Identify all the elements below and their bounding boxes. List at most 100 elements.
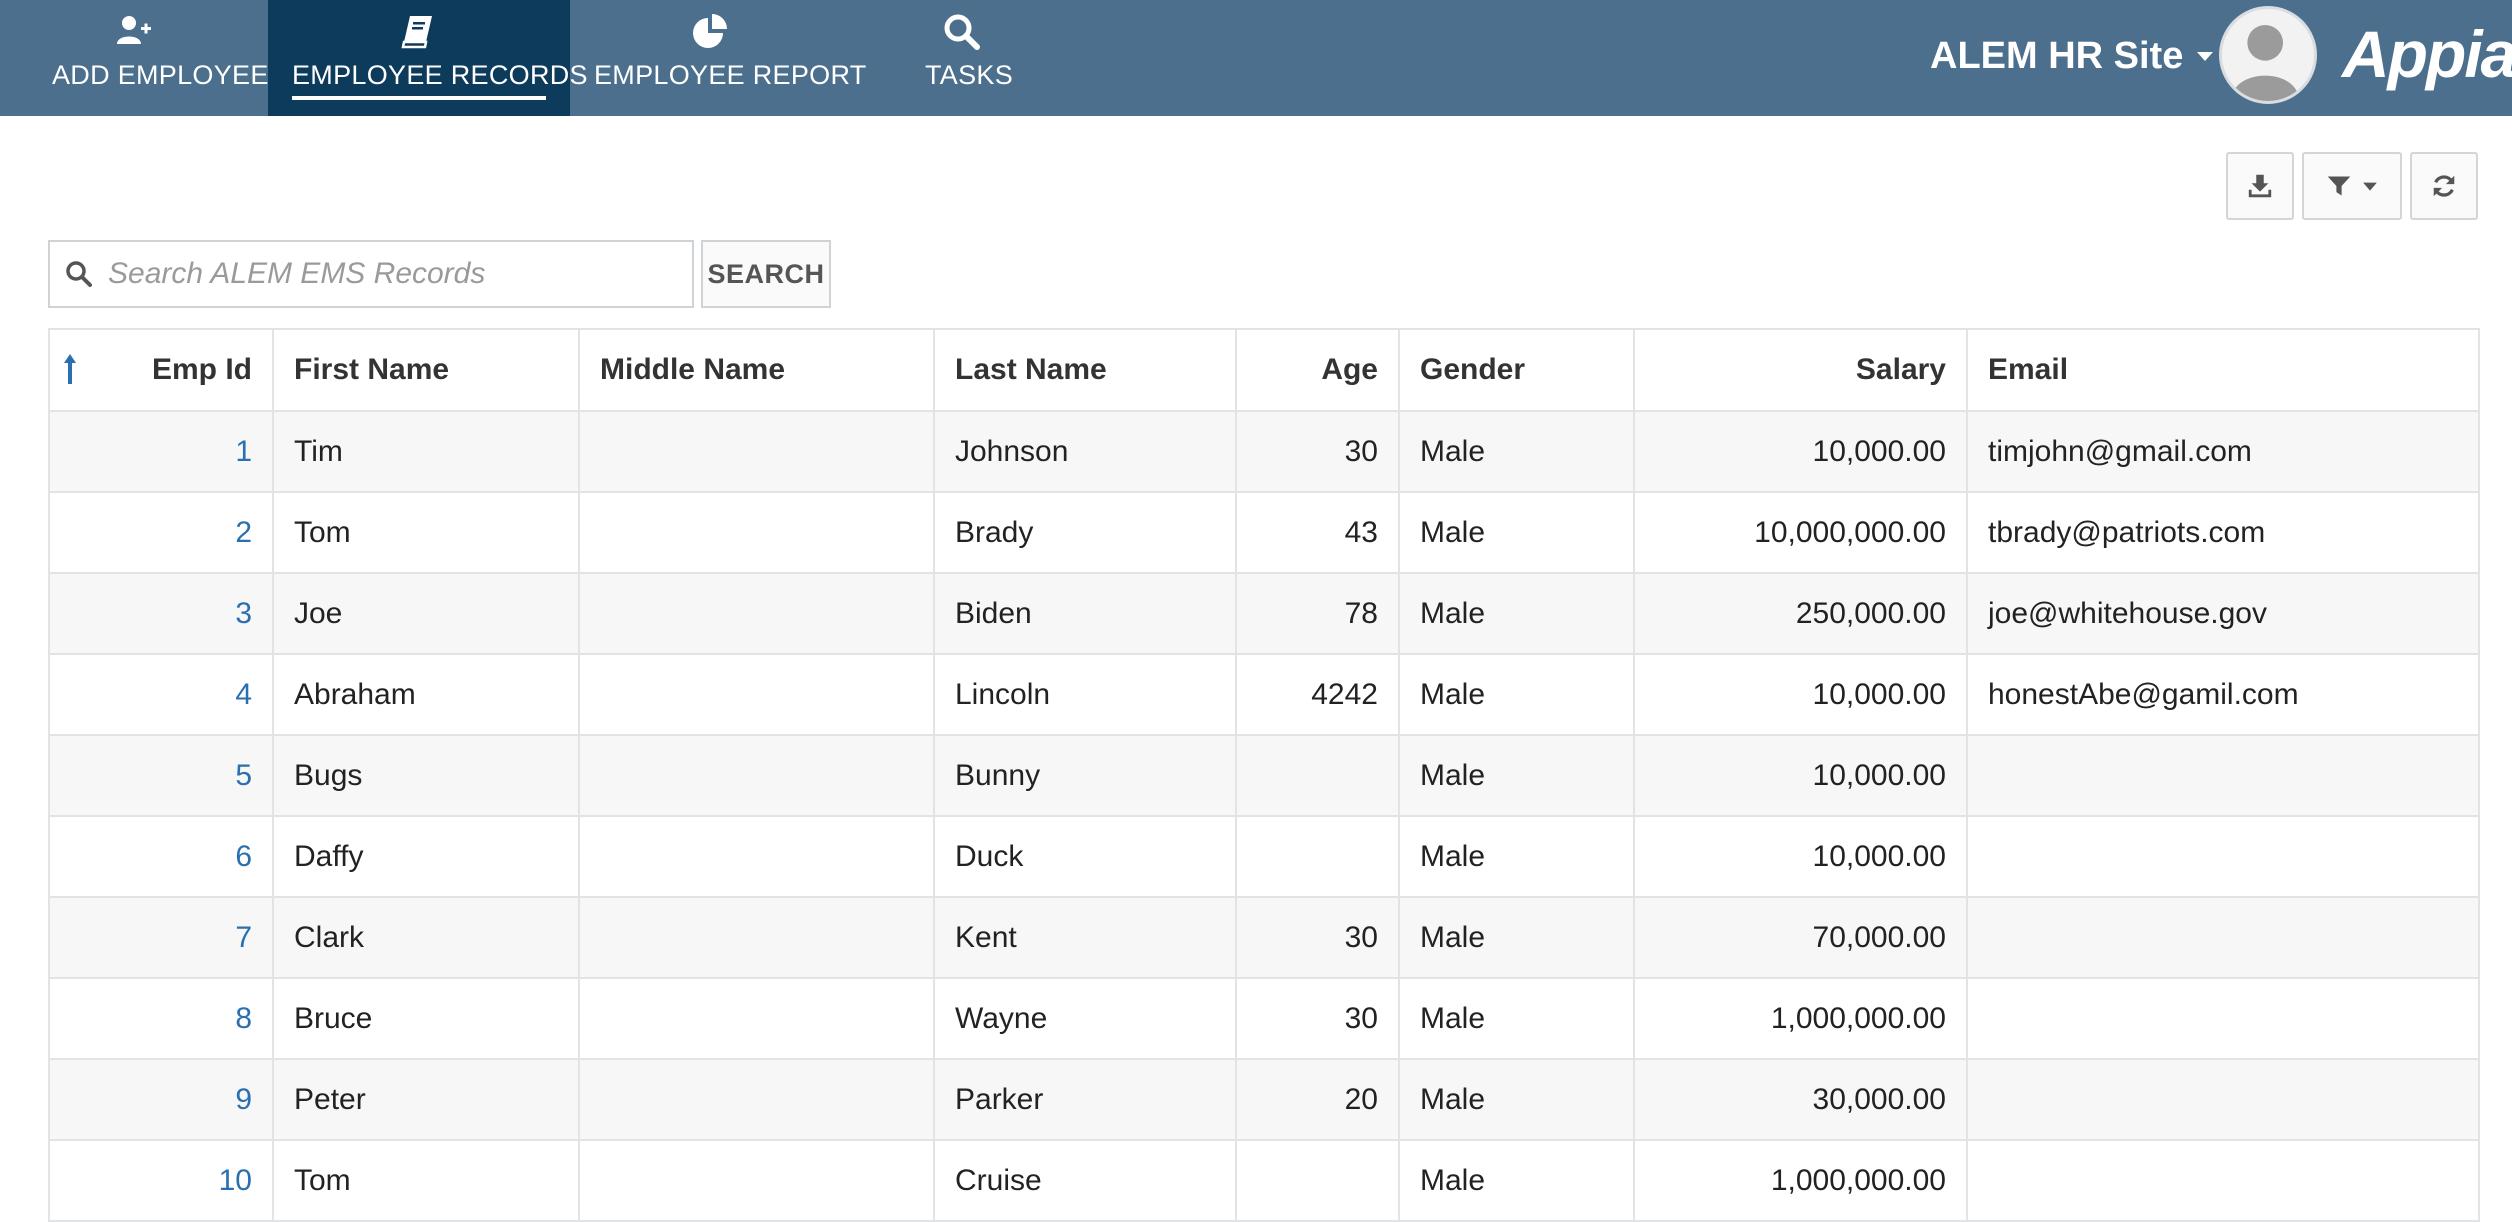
column-header-label: Emp Id <box>151 353 252 386</box>
column-header-emp-id[interactable]: Emp Id <box>48 328 274 412</box>
top-navigation-bar: ADD EMPLOYEE EMPLOYEE RECORDS EMPLOYEE R… <box>0 0 2512 116</box>
cell-email: tbrady@patriots.com <box>1966 491 2480 574</box>
cell-first-name: Tom <box>272 491 580 574</box>
grid-body: 1 Tim Johnson 30 Male 10,000.00 timjohn@gmail.… <box>48 410 2480 1222</box>
search-icon <box>66 261 92 287</box>
cell-age <box>1235 815 1400 898</box>
cell-first-name: Bugs <box>272 734 580 817</box>
cell-last-name: Lincoln <box>933 653 1237 736</box>
filter-button[interactable] <box>2302 152 2402 220</box>
refresh-button[interactable] <box>2410 152 2478 220</box>
tab-label: TASKS <box>925 60 1014 90</box>
cell-emp-id[interactable]: 10 <box>48 1139 274 1222</box>
cell-gender: Male <box>1398 815 1635 898</box>
cell-salary: 1,000,000.00 <box>1633 977 1968 1060</box>
column-header-last-name[interactable]: Last Name <box>933 328 1237 412</box>
cell-middle-name <box>578 653 935 736</box>
employee-records-grid: Emp Id First Name Middle Name Last Name … <box>48 328 2480 1222</box>
cell-middle-name <box>578 1058 935 1141</box>
cell-last-name: Bunny <box>933 734 1237 817</box>
search-input[interactable] <box>108 244 692 304</box>
cell-age: 20 <box>1235 1058 1400 1141</box>
refresh-icon <box>2433 175 2455 197</box>
cell-email <box>1966 1058 2480 1141</box>
cell-first-name: Tim <box>272 410 580 493</box>
table-row: 6 Daffy Duck Male 10,000.00 <box>48 815 2480 898</box>
cell-age: 30 <box>1235 410 1400 493</box>
cell-emp-id[interactable]: 5 <box>48 734 274 817</box>
tab-label: EMPLOYEE RECORDS <box>292 60 588 90</box>
cell-salary: 30,000.00 <box>1633 1058 1968 1141</box>
site-switcher[interactable]: ALEM HR Site <box>1930 30 2215 82</box>
cell-email: joe@whitehouse.gov <box>1966 572 2480 655</box>
table-row: 5 Bugs Bunny Male 10,000.00 <box>48 734 2480 817</box>
cell-gender: Male <box>1398 734 1635 817</box>
cell-salary: 70,000.00 <box>1633 896 1968 979</box>
cell-gender: Male <box>1398 1058 1635 1141</box>
column-header-email[interactable]: Email <box>1966 328 2480 412</box>
tab-add-employee[interactable]: ADD EMPLOYEE <box>0 0 268 116</box>
cell-first-name: Joe <box>272 572 580 655</box>
cell-middle-name <box>578 896 935 979</box>
cell-last-name: Brady <box>933 491 1237 574</box>
cell-emp-id[interactable]: 2 <box>48 491 274 574</box>
cell-salary: 10,000.00 <box>1633 410 1968 493</box>
cell-age: 78 <box>1235 572 1400 655</box>
column-header-gender[interactable]: Gender <box>1398 328 1635 412</box>
cell-first-name: Peter <box>272 1058 580 1141</box>
cell-middle-name <box>578 410 935 493</box>
cell-gender: Male <box>1398 572 1635 655</box>
cell-emp-id[interactable]: 4 <box>48 653 274 736</box>
table-row: 7 Clark Kent 30 Male 70,000.00 <box>48 896 2480 979</box>
user-silhouette-icon <box>2231 24 2299 101</box>
cell-age <box>1235 1139 1400 1222</box>
add-user-icon <box>117 16 151 44</box>
cell-email <box>1966 1139 2480 1222</box>
cell-middle-name <box>578 1139 935 1222</box>
column-header-first-name[interactable]: First Name <box>272 328 580 412</box>
column-header-age[interactable]: Age <box>1235 328 1400 412</box>
filter-icon <box>2327 176 2351 196</box>
cell-emp-id[interactable]: 1 <box>48 410 274 493</box>
cell-first-name: Bruce <box>272 977 580 1060</box>
cell-first-name: Daffy <box>272 815 580 898</box>
cell-emp-id[interactable]: 8 <box>48 977 274 1060</box>
book-icon <box>401 16 432 49</box>
pie-chart-icon <box>693 14 727 48</box>
cell-middle-name <box>578 491 935 574</box>
cell-middle-name <box>578 572 935 655</box>
table-row: 2 Tom Brady 43 Male 10,000,000.00 tbrady@patri… <box>48 491 2480 574</box>
tab-employee-report[interactable]: EMPLOYEE REPORT <box>570 0 866 116</box>
cell-last-name: Johnson <box>933 410 1237 493</box>
table-row: 4 Abraham Lincoln 4242 Male 10,000.00 honestAb… <box>48 653 2480 736</box>
cell-emp-id[interactable]: 6 <box>48 815 274 898</box>
cell-last-name: Duck <box>933 815 1237 898</box>
cell-salary: 10,000,000.00 <box>1633 491 1968 574</box>
cell-middle-name <box>578 734 935 817</box>
cell-emp-id[interactable]: 9 <box>48 1058 274 1141</box>
tab-tasks[interactable]: TASKS <box>852 0 1072 116</box>
cell-emp-id[interactable]: 7 <box>48 896 274 979</box>
download-icon <box>2248 174 2272 198</box>
cell-gender: Male <box>1398 491 1635 574</box>
tab-label: EMPLOYEE REPORT <box>594 60 867 90</box>
cell-email <box>1966 734 2480 817</box>
appian-logo: Appian <box>2342 17 2512 91</box>
cell-email <box>1966 815 2480 898</box>
cell-age: 43 <box>1235 491 1400 574</box>
column-header-middle-name[interactable]: Middle Name <box>578 328 935 412</box>
download-button[interactable] <box>2226 152 2294 220</box>
column-header-salary[interactable]: Salary <box>1633 328 1968 412</box>
cell-last-name: Kent <box>933 896 1237 979</box>
cell-salary: 1,000,000.00 <box>1633 1139 1968 1222</box>
cell-salary: 10,000.00 <box>1633 815 1968 898</box>
tab-employee-records[interactable]: EMPLOYEE RECORDS <box>268 0 588 116</box>
cell-last-name: Parker <box>933 1058 1237 1141</box>
cell-last-name: Wayne <box>933 977 1237 1060</box>
search-button[interactable]: SEARCH <box>701 240 831 308</box>
cell-first-name: Abraham <box>272 653 580 736</box>
user-avatar[interactable] <box>2219 6 2317 104</box>
cell-last-name: Cruise <box>933 1139 1237 1222</box>
cell-emp-id[interactable]: 3 <box>48 572 274 655</box>
tab-label: ADD EMPLOYEE <box>52 60 269 90</box>
